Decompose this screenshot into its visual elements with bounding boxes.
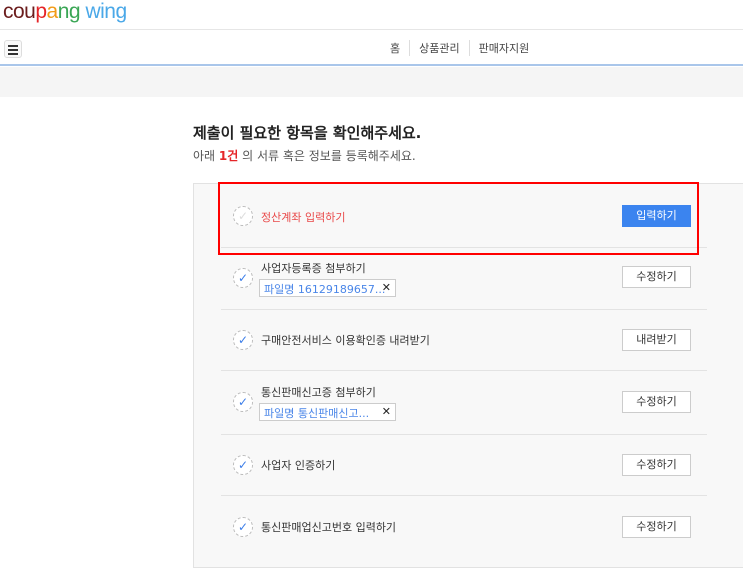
item-label: 사업자등록증 첨부하기	[261, 262, 366, 275]
check-icon: ✓	[233, 268, 253, 288]
item-label: 사업자 인증하기	[261, 459, 336, 472]
logo-part: wing	[80, 0, 127, 23]
check-icon: ✓	[233, 517, 253, 537]
checklist-item: ✓ 통신판매신고증 첨부하기 파일명 통신판매신고... ✕ 수정하기	[221, 371, 707, 435]
check-icon: ✓	[233, 330, 253, 350]
check-icon: ✓	[233, 392, 253, 412]
attached-file: 파일명 통신판매신고... ✕	[259, 403, 396, 421]
checklist-item: ✓ 통신판매업신고번호 입력하기 수정하기	[221, 496, 707, 560]
coupang-wing-logo[interactable]: coupang wing	[3, 0, 127, 24]
checklist-item: ✓ 사업자 인증하기 수정하기	[221, 435, 707, 496]
download-button[interactable]: 내려받기	[622, 329, 691, 351]
page-title: 제출이 필요한 항목을 확인해주세요.	[193, 124, 422, 142]
edit-button[interactable]: 수정하기	[622, 266, 691, 288]
edit-button[interactable]: 수정하기	[622, 454, 691, 476]
logo-part: n	[57, 0, 70, 23]
remove-file-icon[interactable]: ✕	[382, 405, 391, 418]
item-label: 통신판매업신고번호 입력하기	[261, 521, 397, 534]
edit-button[interactable]: 수정하기	[622, 391, 691, 413]
top-bar: coupang wing	[0, 0, 743, 30]
hamburger-menu-icon[interactable]	[4, 40, 22, 58]
logo-part: g	[68, 0, 81, 23]
nav-product-management[interactable]: 상품관리	[409, 40, 468, 56]
edit-button[interactable]: 수정하기	[622, 516, 691, 538]
logo-part: cou	[3, 0, 36, 23]
remove-file-icon[interactable]: ✕	[382, 281, 391, 294]
check-icon: ✓	[233, 455, 253, 475]
highlight-box	[218, 182, 699, 255]
file-name: 파일명 16129189657...	[264, 283, 386, 296]
item-label: 구매안전서비스 이용확인증 내려받기	[261, 334, 430, 347]
attached-file: 파일명 16129189657... ✕	[259, 279, 396, 297]
logo-part: p	[35, 0, 47, 23]
subtitle-text: 의 서류 혹은 정보를 등록해주세요.	[238, 149, 416, 163]
file-name: 파일명 통신판매신고...	[264, 407, 370, 420]
pending-count: 1건	[218, 149, 239, 163]
gray-band	[0, 67, 743, 97]
nav-seller-support[interactable]: 판매자지원	[468, 40, 539, 56]
subtitle-text: 아래	[193, 149, 219, 163]
checklist-item: ✓ 사업자등록증 첨부하기 파일명 16129189657... ✕ 수정하기	[221, 248, 707, 310]
page-subtitle: 아래 1건 의 서류 혹은 정보를 등록해주세요.	[193, 147, 416, 164]
nav-bar: 홈 상품관리 판매자지원	[0, 30, 743, 66]
item-label: 통신판매신고증 첨부하기	[261, 386, 376, 399]
logo-part: a	[46, 0, 59, 23]
checklist-item: ✓ 구매안전서비스 이용확인증 내려받기 내려받기	[221, 310, 707, 371]
nav-home[interactable]: 홈	[388, 40, 409, 56]
